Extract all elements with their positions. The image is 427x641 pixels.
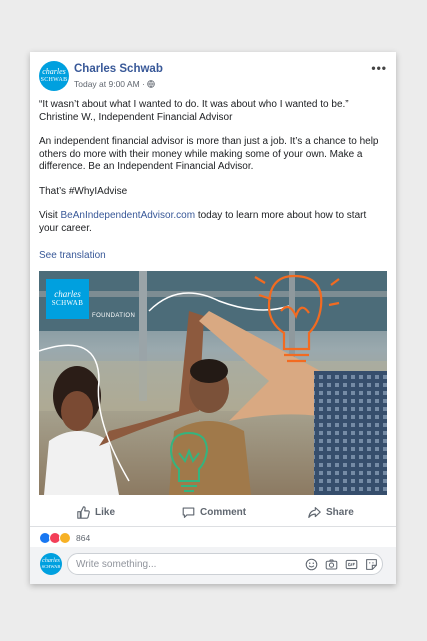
page-name[interactable]: Charles Schwab [74, 63, 163, 75]
emoji-icon[interactable] [305, 558, 318, 571]
sticker-icon[interactable] [365, 558, 378, 571]
see-translation-link[interactable]: See translation [39, 250, 106, 261]
page-avatar[interactable]: charles SCHWAB [39, 61, 69, 91]
post-text: “It wasn’t about what I wanted to do. It… [39, 99, 387, 235]
schwab-foundation-logo: charles SCHWAB [46, 279, 89, 319]
share-button[interactable]: Share [308, 501, 354, 523]
logo-line2: SCHWAB [51, 299, 84, 307]
avatar-line2: SCHWAB [40, 77, 68, 83]
post-photo[interactable]: charles SCHWAB FOUNDATION [39, 271, 387, 495]
comment-label: Comment [200, 506, 247, 518]
composer-avatar-line2: SCHWAB [41, 564, 61, 569]
meta-separator: · [142, 79, 145, 89]
cta-prefix: Visit [39, 210, 61, 221]
quote-line: “It wasn’t about what I wanted to do. It… [39, 99, 349, 110]
post-actions: Like Comment Share [39, 501, 387, 523]
comment-button[interactable]: Comment [182, 501, 246, 523]
share-label: Share [326, 506, 354, 518]
gif-icon[interactable] [345, 558, 358, 571]
comment-composer: charles SCHWAB [30, 547, 396, 584]
description-paragraph: An independent financial advisor is more… [39, 136, 379, 172]
post-header: charles SCHWAB Charles Schwab Today at 9… [39, 61, 387, 95]
advisor-link[interactable]: BeAnIndependentAdvisor.com [61, 210, 196, 221]
hashtag-line: That’s #WhyIAdvise [39, 185, 128, 197]
actions-divider [30, 526, 396, 527]
post-meta: Today at 9:00 AM · [74, 79, 156, 89]
reaction-count: 864 [76, 533, 91, 543]
reactions-summary[interactable]: 864 [39, 532, 90, 544]
avatar-line1: charles [42, 67, 66, 76]
post-timestamp[interactable]: Today at 9:00 AM [74, 79, 140, 89]
camera-icon[interactable] [325, 558, 338, 571]
like-label: Like [95, 506, 116, 518]
like-button[interactable]: Like [77, 501, 115, 523]
comment-icon [182, 506, 195, 518]
comment-input[interactable] [76, 557, 296, 571]
thumbs-up-icon [77, 505, 90, 519]
globe-icon [147, 80, 156, 88]
cta-paragraph: Visit BeAnIndependentAdvisor.com today t… [39, 210, 387, 235]
logo-line1: charles [54, 289, 81, 299]
wow-reaction-icon [59, 532, 71, 544]
composer-avatar: charles SCHWAB [40, 553, 62, 575]
foundation-label: FOUNDATION [92, 313, 136, 319]
share-icon [308, 506, 321, 518]
attribution-line: Christine W., Independent Financial Advi… [39, 111, 233, 123]
photo-illustration [39, 271, 387, 495]
more-options-button[interactable]: ••• [371, 61, 387, 75]
post-card: charles SCHWAB Charles Schwab Today at 9… [30, 52, 396, 584]
comment-input-box [67, 553, 383, 575]
